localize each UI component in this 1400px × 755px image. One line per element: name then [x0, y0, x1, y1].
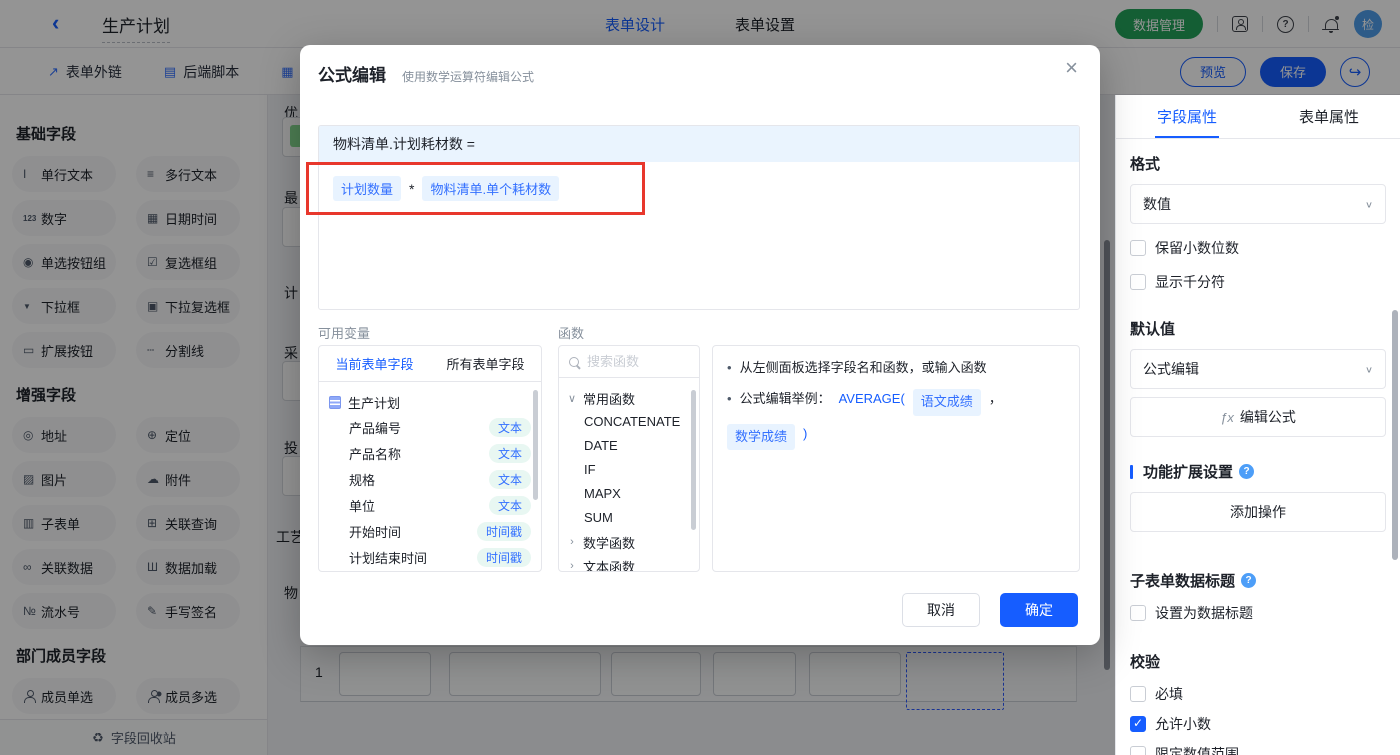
confirm-button[interactable]: 确定: [1000, 593, 1078, 627]
help-line: • 从左侧面板选择字段名和函数，或输入函数: [727, 358, 1065, 379]
chevron-down-icon: ∨: [1364, 199, 1373, 210]
checkbox-icon[interactable]: [1130, 746, 1146, 755]
type-tag: 文本: [488, 443, 531, 463]
checkbox-set-data-title[interactable]: 设置为数据标题: [1130, 603, 1386, 623]
checkbox-icon[interactable]: [1130, 686, 1146, 702]
formula-chip[interactable]: 物料清单.单个耗材数: [422, 176, 560, 201]
variable-row[interactable]: 单位 文本: [329, 492, 531, 518]
format-label: 格式: [1130, 156, 1161, 173]
properties-panel: 字段属性 表单属性 格式 数值 ∨ 保留小数位数 显示千分符 默认值 公式编辑 …: [1115, 95, 1400, 755]
formula-input-area[interactable]: 计划数量 * 物料清单.单个耗材数: [319, 162, 1079, 215]
close-paren-text: ): [803, 425, 808, 441]
type-tag: 文本: [488, 495, 531, 515]
fx-icon: ƒx: [1220, 409, 1234, 425]
app-window: ‹ 生产计划 表单设计 表单设置 数据管理 ? 检 ↗表单外链 ▤后端脚本 ▦数…: [0, 0, 1400, 755]
cancel-button[interactable]: 取消: [902, 593, 980, 627]
functions-panel: ∨常用函数 CONCATENATE DATE IF MAPX SUM ›数学函数…: [558, 345, 700, 572]
function-item[interactable]: DATE: [567, 434, 689, 458]
formula-operator: *: [409, 180, 415, 197]
variable-row[interactable]: 产品名称 文本: [329, 440, 531, 466]
variables-root[interactable]: 生产计划: [329, 390, 531, 414]
checkbox-icon[interactable]: [1130, 605, 1146, 621]
checkbox-thousand-separator[interactable]: 显示千分符: [1130, 272, 1386, 292]
modal-header: 公式编辑 使用数学运算符编辑公式: [318, 61, 534, 86]
panel-tabs: 字段属性 表单属性: [1116, 95, 1400, 139]
function-group-text[interactable]: › 文本函数: [567, 554, 689, 572]
type-tag: 时间戳: [476, 521, 531, 541]
formula-editor: 物料清单.计划耗材数 = 计划数量 * 物料清单.单个耗材数: [318, 125, 1080, 310]
modal-title: 公式编辑: [318, 66, 386, 85]
function-group-math[interactable]: › 数学函数: [567, 530, 689, 554]
checkbox-keep-decimal[interactable]: 保留小数位数: [1130, 238, 1386, 258]
variable-row[interactable]: 计划结束时间 时间戳: [329, 544, 531, 570]
bullet: •: [727, 360, 732, 375]
edit-formula-button[interactable]: ƒx 编辑公式: [1130, 397, 1386, 437]
functions-label: 函数: [558, 326, 585, 341]
variables-tree: 生产计划 产品编号 文本 产品名称 文本 规格 文本 单位 文本 开始时间 时间戳 计划结…: [319, 382, 541, 570]
type-tag: 时间戳: [476, 547, 531, 567]
function-search-input[interactable]: [587, 354, 677, 369]
checkbox-allow-decimal[interactable]: 允许小数: [1130, 714, 1386, 734]
checkbox-icon[interactable]: [1130, 274, 1146, 290]
checkbox-icon[interactable]: [1130, 240, 1146, 256]
checkbox-limit-range[interactable]: 限定数值范围: [1130, 744, 1386, 755]
formula-target: 物料清单.计划耗材数 =: [319, 126, 1079, 162]
average-function-text: AVERAGE(: [838, 390, 905, 406]
variables-label: 可用变量: [318, 326, 371, 341]
functions-scrollbar[interactable]: [691, 390, 696, 530]
chevron-down-icon: ∨: [1364, 364, 1373, 375]
function-item[interactable]: IF: [567, 458, 689, 482]
default-value-label: 默认值: [1130, 321, 1176, 338]
function-item[interactable]: MAPX: [567, 482, 689, 506]
modal-footer: 取消 确定: [902, 593, 1078, 627]
formula-help-panel: • 从左侧面板选择字段名和函数，或输入函数 • 公式编辑举例： AVERAGE(…: [712, 345, 1080, 572]
default-value-select[interactable]: 公式编辑 ∨: [1130, 349, 1386, 389]
function-search: [559, 346, 699, 378]
function-group-common[interactable]: ∨ 常用函数: [567, 386, 689, 410]
chevron-right-icon: ›: [570, 536, 574, 548]
function-item[interactable]: CONCATENATE: [567, 410, 689, 434]
example-chip: 数学成绩: [727, 423, 796, 451]
formula-chip[interactable]: 计划数量: [333, 176, 402, 201]
validation-label: 校验: [1130, 654, 1161, 671]
variables-tabs: 当前表单字段 所有表单字段: [319, 346, 541, 382]
example-chip: 语文成绩: [912, 388, 981, 416]
modal-subtitle: 使用数学运算符编辑公式: [402, 70, 535, 84]
help-example-line: • 公式编辑举例： AVERAGE( 语文成绩 ， 数学成绩 ): [727, 388, 1065, 451]
question-icon[interactable]: ?: [1241, 573, 1257, 588]
tab-all-form-fields[interactable]: 所有表单字段: [446, 354, 524, 373]
tab-current-form-fields[interactable]: 当前表单字段: [335, 354, 413, 373]
tab-field-properties[interactable]: 字段属性: [1116, 95, 1258, 138]
variable-row[interactable]: 开始时间 时间戳: [329, 518, 531, 544]
form-doc-icon: [329, 395, 341, 409]
type-tag: 文本: [488, 417, 531, 437]
format-select[interactable]: 数值 ∨: [1130, 184, 1386, 224]
chevron-right-icon: ›: [570, 560, 574, 572]
add-action-button[interactable]: 添加操作: [1130, 492, 1386, 532]
chevron-down-icon: ∨: [567, 392, 577, 405]
functions-tree: ∨ 常用函数 CONCATENATE DATE IF MAPX SUM › 数学函数…: [559, 378, 699, 572]
checkbox-checked-icon[interactable]: [1130, 716, 1146, 732]
function-item[interactable]: SUM: [567, 506, 689, 530]
variables-panel: 当前表单字段 所有表单字段 生产计划 产品编号 文本 产品名称 文本 规格 文本 单位…: [318, 345, 542, 572]
variables-scrollbar[interactable]: [533, 390, 538, 500]
subform-data-title-heading: 子表单数据标题 ?: [1130, 570, 1386, 591]
formula-editor-modal: 公式编辑 使用数学运算符编辑公式 × 物料清单.计划耗材数 = 计划数量 * 物…: [300, 45, 1100, 645]
variable-row[interactable]: 规格 文本: [329, 466, 531, 492]
variable-row[interactable]: 产品编号 文本: [329, 414, 531, 440]
extension-settings-heading: 功能扩展设置 ?: [1130, 461, 1386, 482]
tab-form-properties[interactable]: 表单属性: [1258, 95, 1400, 138]
bullet: •: [727, 390, 732, 406]
close-icon[interactable]: ×: [1065, 57, 1078, 79]
checkbox-required[interactable]: 必填: [1130, 684, 1386, 704]
type-tag: 文本: [488, 469, 531, 489]
panel-scrollbar[interactable]: [1392, 310, 1398, 560]
question-icon[interactable]: ?: [1239, 464, 1255, 479]
search-icon: [569, 356, 579, 367]
